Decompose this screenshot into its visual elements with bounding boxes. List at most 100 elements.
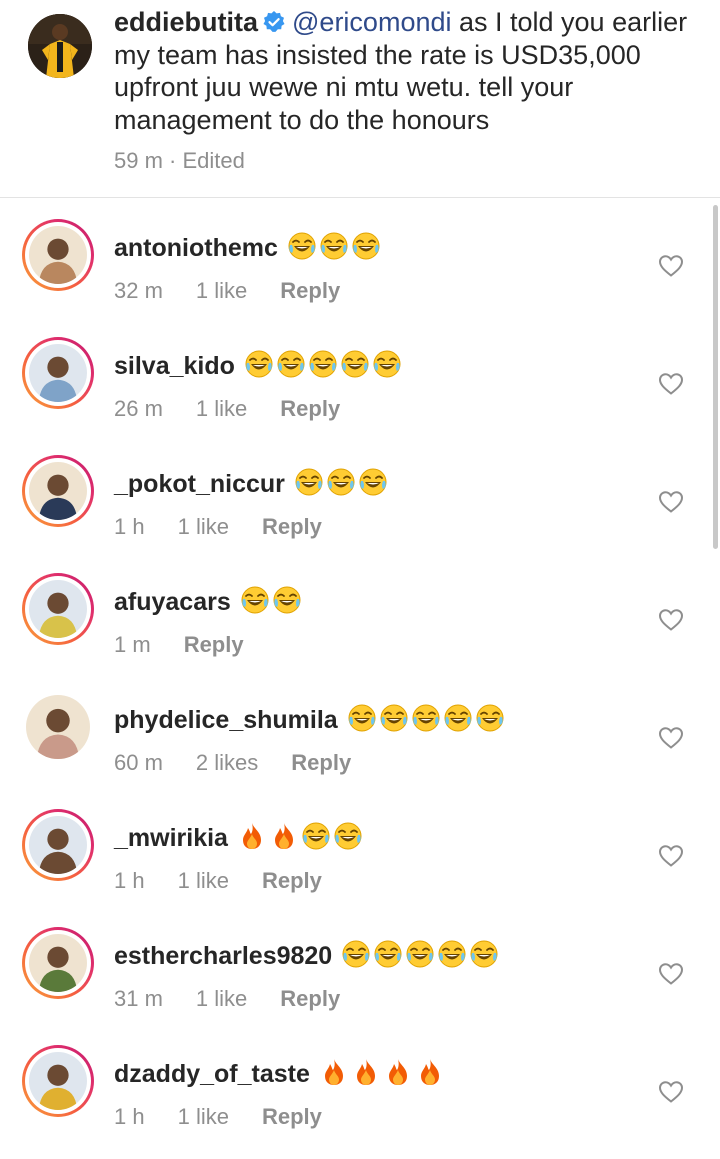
comment-username[interactable]: silva_kido — [114, 352, 235, 380]
reply-button[interactable]: Reply — [280, 986, 340, 1011]
avatar[interactable] — [29, 462, 87, 520]
comment-meta: 32 m 1 like Reply — [114, 278, 373, 304]
fire-emoji-icon — [383, 1057, 413, 1097]
comment-text: esthercharles9820 — [114, 938, 499, 979]
comment-likes[interactable]: 1 like — [196, 986, 247, 1011]
comment-username[interactable]: phydelice_shumila — [114, 706, 338, 734]
laughing-emoji-icon — [301, 821, 331, 861]
laughing-emoji-icon — [240, 585, 270, 625]
laughing-emoji-icon — [469, 939, 499, 979]
story-ring[interactable] — [22, 691, 94, 763]
reply-button[interactable]: Reply — [280, 396, 340, 421]
comment-meta: 31 m 1 like Reply — [114, 986, 373, 1012]
story-ring[interactable] — [22, 455, 94, 527]
caption-edited: Edited — [182, 148, 245, 173]
comment-username[interactable]: antoniothemc — [114, 234, 278, 262]
like-heart-icon[interactable] — [658, 372, 684, 396]
story-ring[interactable] — [22, 573, 94, 645]
avatar[interactable] — [29, 816, 87, 874]
comment-likes[interactable]: 1 like — [178, 868, 229, 893]
comment-time: 32 m — [114, 278, 163, 303]
comment-meta: 1 h 1 like Reply — [114, 868, 355, 894]
like-heart-icon[interactable] — [658, 726, 684, 750]
reply-button[interactable]: Reply — [262, 1104, 322, 1129]
comment-row[interactable]: dzaddy_of_taste 1 h 1 like Reply — [0, 1036, 720, 1154]
like-heart-icon[interactable] — [658, 844, 684, 868]
comment-username[interactable]: _mwirikia — [114, 824, 228, 852]
avatar[interactable] — [29, 344, 87, 402]
laughing-emoji-icon — [340, 349, 370, 389]
comment-row[interactable]: esthercharles9820 31 m 1 like Reply — [0, 918, 720, 1036]
comment-likes[interactable]: 1 like — [178, 514, 229, 539]
avatar[interactable] — [29, 1052, 87, 1110]
story-ring[interactable] — [22, 927, 94, 999]
caption-username[interactable]: eddiebutita — [114, 7, 258, 37]
comment-text: afuyacars — [114, 584, 302, 625]
comment-row[interactable]: _mwirikia 1 h 1 like Reply — [0, 800, 720, 918]
scrollbar[interactable] — [713, 205, 718, 549]
comment-meta: 1 m Reply — [114, 632, 277, 658]
caption-meta: 59 m · Edited — [114, 148, 245, 174]
story-ring[interactable] — [22, 219, 94, 291]
reply-button[interactable]: Reply — [291, 750, 351, 775]
comment-username[interactable]: dzaddy_of_taste — [114, 1060, 310, 1088]
story-ring[interactable] — [22, 1045, 94, 1117]
mention-link[interactable]: @ericomondi — [292, 7, 451, 37]
comment-likes[interactable]: 1 like — [196, 278, 247, 303]
avatar[interactable] — [29, 934, 87, 992]
comment-username[interactable]: esthercharles9820 — [114, 942, 332, 970]
comment-likes[interactable]: 1 like — [178, 1104, 229, 1129]
verified-badge-icon — [263, 11, 285, 32]
comment-row[interactable]: phydelice_shumila 60 m 2 likes Reply — [0, 682, 720, 800]
comment-text: _mwirikia — [114, 820, 363, 861]
like-heart-icon[interactable] — [658, 962, 684, 986]
laughing-emoji-icon — [437, 939, 467, 979]
comment-likes[interactable]: 2 likes — [196, 750, 258, 775]
reply-button[interactable]: Reply — [262, 514, 322, 539]
caption-text: eddiebutita @ericomondi as I told you ear… — [114, 6, 704, 136]
avatar[interactable] — [29, 580, 87, 638]
story-ring[interactable] — [22, 809, 94, 881]
laughing-emoji-icon — [326, 467, 356, 507]
comment-meta: 1 h 1 like Reply — [114, 1104, 355, 1130]
like-heart-icon[interactable] — [658, 254, 684, 278]
comment-time: 60 m — [114, 750, 163, 775]
reply-button[interactable]: Reply — [184, 632, 244, 657]
comment-row[interactable]: _pokot_niccur 1 h 1 like Reply — [0, 446, 720, 564]
caption: eddiebutita @ericomondi as I told you ear… — [0, 0, 720, 198]
laughing-emoji-icon — [358, 467, 388, 507]
comment-row[interactable]: afuyacars 1 m Reply — [0, 564, 720, 682]
comment-time: 1 m — [114, 632, 151, 657]
story-ring[interactable] — [22, 337, 94, 409]
laughing-emoji-icon — [276, 349, 306, 389]
laughing-emoji-icon — [475, 703, 505, 743]
reply-button[interactable]: Reply — [262, 868, 322, 893]
fire-emoji-icon — [319, 1057, 349, 1097]
comment-meta: 60 m 2 likes Reply — [114, 750, 384, 776]
laughing-emoji-icon — [351, 231, 381, 271]
comment-text: _pokot_niccur — [114, 466, 388, 507]
like-heart-icon[interactable] — [658, 608, 684, 632]
like-heart-icon[interactable] — [658, 1080, 684, 1104]
laughing-emoji-icon — [411, 703, 441, 743]
laughing-emoji-icon — [272, 585, 302, 625]
like-heart-icon[interactable] — [658, 490, 684, 514]
avatar[interactable] — [26, 695, 90, 759]
fire-emoji-icon — [237, 821, 267, 861]
laughing-emoji-icon — [308, 349, 338, 389]
reply-button[interactable]: Reply — [280, 278, 340, 303]
comment-username[interactable]: afuyacars — [114, 588, 231, 616]
comment-text: silva_kido — [114, 348, 402, 389]
comment-username[interactable]: _pokot_niccur — [114, 470, 285, 498]
avatar[interactable] — [29, 226, 87, 284]
comment-text: phydelice_shumila — [114, 702, 505, 743]
comment-meta: 26 m 1 like Reply — [114, 396, 373, 422]
laughing-emoji-icon — [373, 939, 403, 979]
comment-likes[interactable]: 1 like — [196, 396, 247, 421]
laughing-emoji-icon — [347, 703, 377, 743]
laughing-emoji-icon — [333, 821, 363, 861]
laughing-emoji-icon — [287, 231, 317, 271]
caption-avatar[interactable] — [28, 14, 92, 78]
comment-row[interactable]: silva_kido 26 m 1 like Reply — [0, 328, 720, 446]
comment-row[interactable]: antoniothemc 32 m 1 like Reply — [0, 210, 720, 328]
